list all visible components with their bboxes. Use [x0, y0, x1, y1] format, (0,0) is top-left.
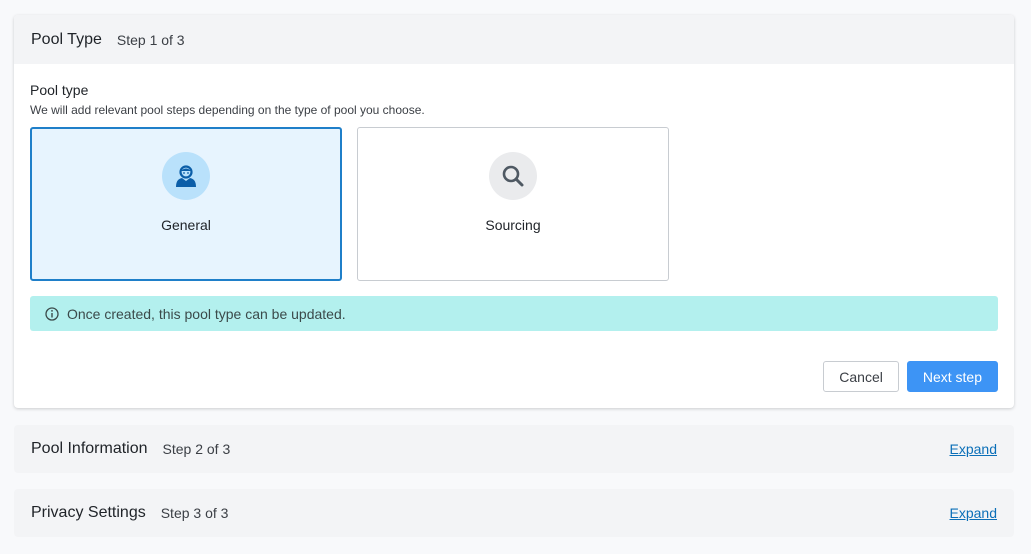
- cancel-button[interactable]: Cancel: [823, 361, 899, 392]
- search-icon: [489, 152, 537, 200]
- step-header: Pool Type Step 1 of 3: [14, 15, 1014, 64]
- pool-type-options: General Sourcing: [30, 127, 998, 281]
- person-icon: [162, 152, 210, 200]
- step-pool-type: Pool Type Step 1 of 3 Pool type We will …: [14, 15, 1014, 408]
- expand-link[interactable]: Expand: [950, 505, 997, 521]
- pool-type-label: Pool type: [30, 82, 89, 98]
- option-general[interactable]: General: [30, 127, 342, 281]
- step-title: Privacy Settings: [31, 504, 146, 521]
- step-count: Step 1 of 3: [116, 31, 185, 48]
- step-title: Pool Information: [31, 440, 148, 457]
- info-notice: Once created, this pool type can be upda…: [30, 296, 998, 331]
- pool-type-help: We will add relevant pool steps dependin…: [30, 103, 425, 117]
- expand-link[interactable]: Expand: [950, 441, 997, 457]
- step-count: Step 3 of 3: [160, 505, 229, 521]
- option-sourcing[interactable]: Sourcing: [357, 127, 669, 281]
- option-general-label: General: [161, 217, 211, 233]
- notice-text: Once created, this pool type can be upda…: [67, 305, 346, 322]
- step-body: Pool type We will add relevant pool step…: [14, 64, 1014, 331]
- step-actions: Cancel Next step: [823, 361, 998, 392]
- step-title: Pool Type: [31, 30, 102, 48]
- step-count: Step 2 of 3: [162, 441, 231, 457]
- step-privacy-settings: Privacy Settings Step 3 of 3 Expand: [14, 489, 1014, 537]
- step-pool-information: Pool Information Step 2 of 3 Expand: [14, 425, 1014, 473]
- info-icon: [45, 306, 59, 321]
- next-step-button[interactable]: Next step: [906, 361, 998, 392]
- option-sourcing-label: Sourcing: [485, 217, 541, 233]
